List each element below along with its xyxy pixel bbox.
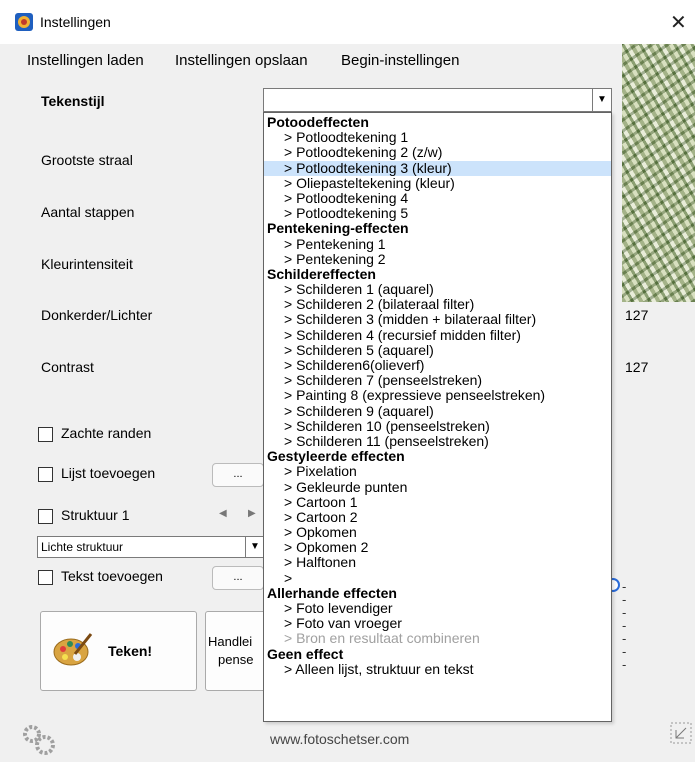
steps-label: Aantal stappen [41, 204, 135, 220]
dropdown-option[interactable]: > Painting 8 (expressieve penseelstreken… [264, 388, 611, 403]
dropdown-group-header: Potoodeffecten [267, 114, 369, 130]
dropdown-option[interactable]: > Pixelation [264, 464, 611, 479]
dropdown-option[interactable]: > Schilderen 5 (aquarel) [264, 342, 611, 358]
window-title: Instellingen [40, 14, 111, 30]
dropdown-option[interactable]: > Schilderen 1 (aquarel) [264, 281, 611, 297]
color-intensity-label: Kleurintensiteit [41, 256, 133, 272]
dropdown-group-header: Geen effect [267, 645, 344, 662]
dropdown-option[interactable]: > Schilderen 11 (penseelstreken) [264, 433, 611, 449]
structure-select-value: Lichte struktuur [41, 540, 124, 554]
dropdown-options: Potoodeffecten > Potloodtekening 1 > Potlo… [264, 114, 611, 677]
dropdown-option[interactable]: > Halftonen [264, 555, 611, 570]
dropdown-option[interactable]: > Alleen lijst, struktuur en tekst [264, 661, 611, 677]
website-link[interactable]: www.fotoschetser.com [270, 731, 409, 747]
soft-edges-checkbox[interactable] [38, 427, 53, 442]
frame-options-button[interactable]: ... [212, 463, 264, 487]
menu-load-settings[interactable]: Instellingen laden [27, 52, 144, 69]
previous-arrow-icon[interactable]: ◀ [219, 508, 227, 519]
dropdown-option[interactable]: > Schilderen 2 (bilateraal filter) [264, 297, 611, 312]
gear-icon[interactable] [20, 722, 60, 756]
dropdown-option[interactable]: > Schilderen 9 (aquarel) [264, 403, 611, 419]
dropdown-option[interactable]: > Schilderen 10 (penseelstreken) [264, 418, 611, 434]
app-icon [15, 13, 33, 31]
menu-default-settings[interactable]: Begin-instellingen [341, 52, 459, 69]
add-text-checkbox[interactable] [38, 570, 53, 585]
dropdown-option[interactable]: > Schilderen6(olieverf) [264, 357, 611, 373]
contrast-value: 127 [625, 359, 649, 375]
dropdown-option[interactable]: > Schilderen 7 (penseelstreken) [264, 372, 611, 388]
dropdown-option[interactable]: > Schilderen 3 (midden + bilateraal filt… [264, 312, 611, 327]
add-frame-label: Lijst toevoegen [61, 465, 156, 481]
dropdown-group-header: Schildereffecten [267, 265, 376, 282]
next-arrow-icon[interactable]: ▶ [248, 508, 256, 519]
dropdown-group-header: Pentekening-effecten [267, 220, 409, 237]
dropdown-group-header: Gestyleerde effecten [267, 448, 405, 465]
dropdown-option[interactable]: > Foto van vroeger [264, 615, 611, 631]
dropdown-option[interactable]: > Potloodtekening 4 [264, 190, 611, 206]
structure-label: Struktuur 1 [61, 507, 130, 523]
palette-icon [53, 633, 93, 666]
soft-edges-label: Zachte randen [61, 425, 152, 441]
close-icon[interactable]: ✕ [670, 10, 687, 35]
chevron-down-icon[interactable]: ▼ [245, 537, 264, 557]
dropdown-option[interactable]: > Potloodtekening 5 [264, 205, 611, 221]
draw-button-label: Teken! [108, 643, 153, 659]
draw-button[interactable]: Teken! [40, 611, 197, 691]
dropdown-option[interactable]: > Cartoon 2 [264, 509, 611, 525]
dropdown-option[interactable]: > Cartoon 1 [264, 494, 611, 510]
style-label: Tekenstijl [41, 93, 105, 109]
dropdown-option[interactable]: > Gekleurde punten [264, 479, 611, 495]
brightness-label: Donkerder/Lichter [41, 307, 153, 323]
dropdown-option[interactable]: > Schilderen 4 (recursief midden filter) [264, 327, 611, 343]
dropdown-option[interactable]: > Pentekening 2 [264, 251, 611, 267]
menu-save-settings[interactable]: Instellingen opslaan [175, 52, 308, 69]
dropdown-option[interactable]: > Pentekening 1 [264, 236, 611, 252]
slider-ticks: ------- [622, 579, 627, 672]
dropdown-option: > Bron en resultaat combineren [284, 630, 480, 647]
dropdown-group-header: Allerhande effecten [267, 584, 397, 601]
style-select[interactable]: ▼ [263, 88, 612, 112]
resize-grip-icon[interactable] [670, 722, 692, 744]
manual-button-line2: pense [218, 652, 254, 667]
dropdown-option[interactable]: > Potloodtekening 2 (z/w) [264, 145, 611, 160]
dropdown-option[interactable]: > Oliepasteltekening (kleur) [264, 175, 611, 191]
dropdown-option[interactable]: > Potloodtekening 3 (kleur) [264, 160, 611, 176]
add-text-label: Tekst toevoegen [61, 568, 163, 584]
add-frame-checkbox[interactable] [38, 467, 53, 482]
structure-select[interactable]: Lichte struktuur ▼ [37, 536, 265, 558]
text-options-button[interactable]: ... [212, 566, 264, 590]
dropdown-option[interactable]: > Opkomen [264, 524, 611, 540]
style-dropdown-list[interactable]: Potoodeffecten > Potloodtekening 1 > Potlo… [263, 112, 612, 722]
brightness-value: 127 [625, 307, 649, 323]
dropdown-option[interactable]: > [264, 570, 611, 586]
structure-checkbox[interactable] [38, 509, 53, 524]
contrast-label: Contrast [41, 359, 94, 375]
dropdown-option[interactable]: > Potloodtekening 1 [264, 129, 611, 145]
chevron-down-icon[interactable]: ▼ [592, 89, 611, 111]
manual-button-line1: Handlei [208, 634, 253, 649]
preview-image [622, 44, 695, 302]
dropdown-option[interactable]: > Foto levendiger [264, 600, 611, 616]
radius-label: Grootste straal [41, 152, 133, 168]
dropdown-option[interactable]: > Opkomen 2 [264, 540, 611, 555]
